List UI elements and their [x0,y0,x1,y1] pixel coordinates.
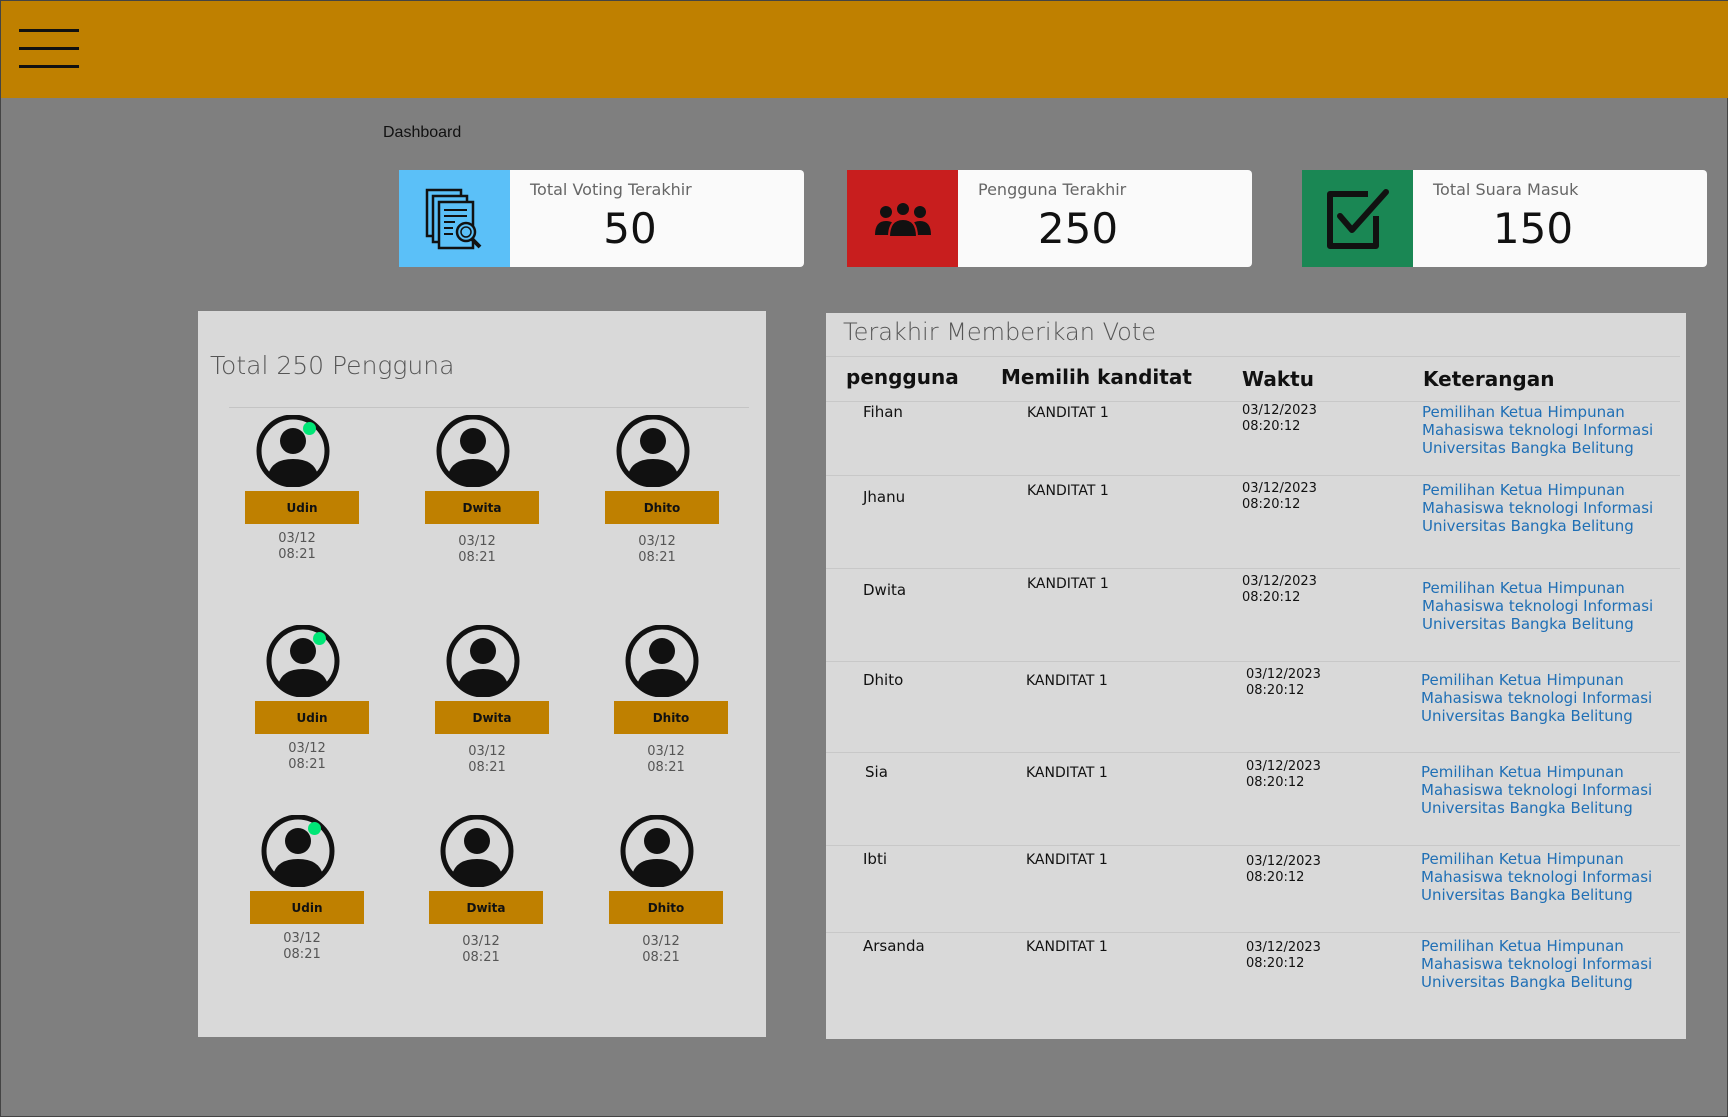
user-timestamp: 03/12 08:21 [468,744,506,775]
user-avatar-icon[interactable] [434,414,512,488]
user-name-button[interactable]: Dwita [425,491,539,524]
cell-time: 03/12/2023 08:20:12 [1242,481,1317,512]
votes-panel: Terakhir Memberikan Vote pengguna Memili… [826,313,1686,1039]
stat-value: 150 [1492,204,1574,253]
cell-description-link[interactable]: Pemilihan Ketua Himpunan Mahasiswa tekno… [1422,579,1672,633]
user-name-button[interactable]: Dhito [605,491,719,524]
cell-time: 03/12/2023 08:20:12 [1246,759,1321,790]
row-divider [826,661,1680,662]
user-name-button[interactable]: Udin [250,891,364,924]
user-avatar-icon[interactable] [259,814,337,888]
checkbox-checked-icon [1302,170,1413,267]
user-avatar-icon[interactable] [254,414,332,488]
cell-user: Ibti [863,850,887,868]
cell-time: 03/12/2023 08:20:12 [1246,667,1321,698]
user-tile: Dhito 03/12 08:21 [614,624,728,775]
cell-user: Arsanda [863,937,925,955]
user-avatar-icon[interactable] [623,624,701,698]
row-divider [826,568,1680,569]
row-divider [826,475,1680,476]
user-tile: Dwita 03/12 08:21 [435,624,549,775]
cell-time: 03/12/2023 08:20:12 [1246,854,1321,885]
column-header-pengguna: pengguna [846,365,959,389]
user-timestamp: 03/12 08:21 [647,744,685,775]
user-tile: Udin 03/12 08:21 [250,814,364,965]
cell-description-link[interactable]: Pemilihan Ketua Himpunan Mahasiswa tekno… [1421,763,1671,817]
user-tile: Udin 03/12 08:21 [255,624,369,775]
cell-user: Dhito [863,671,904,689]
cell-candidate: KANDITAT 1 [1026,765,1108,781]
cell-description-link[interactable]: Pemilihan Ketua Himpunan Mahasiswa tekno… [1422,403,1672,457]
column-header-kanditat: Memilih kanditat [1001,365,1192,389]
row-divider [826,932,1680,933]
column-header-keterangan: Keterangan [1423,367,1555,391]
user-avatar-icon[interactable] [614,414,692,488]
cell-candidate: KANDITAT 1 [1027,576,1109,592]
user-tile: Dhito 03/12 08:21 [605,414,719,565]
divider [229,407,749,408]
cell-user: Fihan [863,403,903,421]
online-status-dot [303,422,316,435]
stat-value: 250 [1037,204,1119,253]
cell-user: Dwita [863,581,907,599]
cell-candidate: KANDITAT 1 [1026,939,1108,955]
cell-time: 03/12/2023 08:20:12 [1242,403,1317,434]
user-timestamp: 03/12 08:21 [288,741,326,772]
user-timestamp: 03/12 08:21 [642,934,680,965]
online-status-dot [313,632,326,645]
user-timestamp: 03/12 08:21 [638,534,676,565]
row-divider [826,845,1680,846]
user-name-button[interactable]: Dwita [435,701,549,734]
votes-panel-title: Terakhir Memberikan Vote [843,318,1157,346]
user-timestamp: 03/12 08:21 [462,934,500,965]
online-status-dot [308,822,321,835]
stat-label: Total Voting Terakhir [530,180,692,199]
hamburger-menu-icon[interactable] [19,29,79,71]
divider [826,401,1680,402]
cell-candidate: KANDITAT 1 [1027,483,1109,499]
cell-description-link[interactable]: Pemilihan Ketua Himpunan Mahasiswa tekno… [1422,481,1672,535]
cell-description-link[interactable]: Pemilihan Ketua Himpunan Mahasiswa tekno… [1421,671,1671,725]
cell-time: 03/12/2023 08:20:12 [1242,574,1317,605]
user-timestamp: 03/12 08:21 [458,534,496,565]
stat-label: Total Suara Masuk [1433,180,1579,199]
user-name-button[interactable]: Udin [245,491,359,524]
divider [826,356,1680,357]
users-group-icon [847,170,958,267]
user-avatar-icon[interactable] [264,624,342,698]
cell-user: Jhanu [863,488,906,506]
stat-value: 50 [603,204,657,253]
user-timestamp: 03/12 08:21 [278,531,316,562]
cell-description-link[interactable]: Pemilihan Ketua Himpunan Mahasiswa tekno… [1421,937,1671,991]
user-avatar-icon[interactable] [444,624,522,698]
cell-time: 03/12/2023 08:20:12 [1246,940,1321,971]
breadcrumb: Dashboard [383,124,462,141]
user-name-button[interactable]: Udin [255,701,369,734]
user-name-button[interactable]: Dhito [614,701,728,734]
row-divider [826,752,1680,753]
cell-candidate: KANDITAT 1 [1026,673,1108,689]
users-panel: Total 250 Pengguna Udin 03/12 08:21 Dwita… [198,311,766,1037]
user-avatar-icon[interactable] [618,814,696,888]
users-panel-title: Total 250 Pengguna [210,351,455,380]
top-bar [1,1,1728,98]
user-tile: Udin 03/12 08:21 [245,414,359,565]
user-name-button[interactable]: Dwita [429,891,543,924]
cell-description-link[interactable]: Pemilihan Ketua Himpunan Mahasiswa tekno… [1421,850,1671,904]
cell-candidate: KANDITAT 1 [1027,405,1109,421]
user-tile: Dwita 03/12 08:21 [425,414,539,565]
stat-label: Pengguna Terakhir [978,180,1127,199]
user-avatar-icon[interactable] [438,814,516,888]
document-search-icon [399,170,510,267]
user-name-button[interactable]: Dhito [609,891,723,924]
cell-candidate: KANDITAT 1 [1026,852,1108,868]
user-timestamp: 03/12 08:21 [283,931,321,962]
user-tile: Dwita 03/12 08:21 [429,814,543,965]
cell-user: Sia [865,763,888,781]
column-header-waktu: Waktu [1242,367,1314,391]
user-tile: Dhito 03/12 08:21 [609,814,723,965]
